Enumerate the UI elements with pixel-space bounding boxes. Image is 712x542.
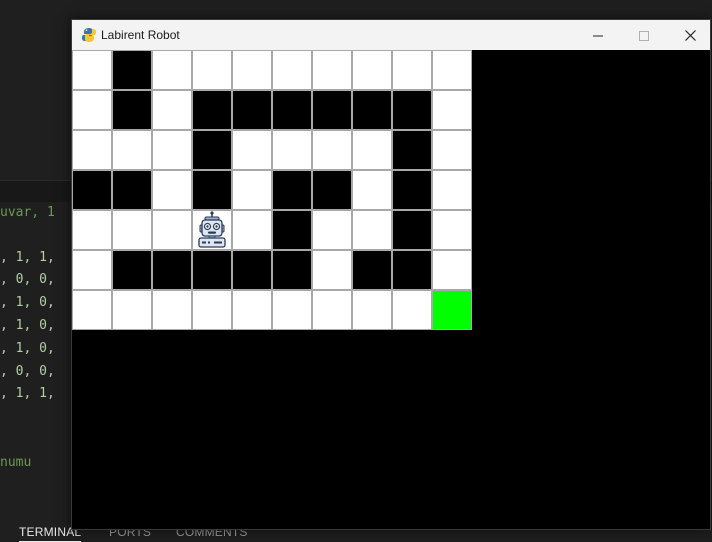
open-cell <box>72 130 112 170</box>
wall-cell <box>272 250 312 290</box>
wall-cell <box>192 90 232 130</box>
wall-cell <box>312 90 352 130</box>
wall-cell <box>272 210 312 250</box>
open-cell <box>152 170 192 210</box>
open-cell <box>312 250 352 290</box>
open-cell <box>112 130 152 170</box>
wall-cell <box>392 130 432 170</box>
open-cell <box>72 250 112 290</box>
open-cell <box>232 130 272 170</box>
code-line: , 0, 0, <box>0 364 55 379</box>
open-cell <box>432 210 472 250</box>
open-cell <box>352 130 392 170</box>
open-cell <box>352 50 392 90</box>
wall-cell <box>192 250 232 290</box>
open-cell <box>432 170 472 210</box>
open-cell <box>312 130 352 170</box>
wall-cell <box>152 250 192 290</box>
wall-cell <box>392 170 432 210</box>
close-icon <box>684 26 696 45</box>
open-cell <box>352 210 392 250</box>
code-line: , 1, 1, <box>0 386 55 401</box>
code-line: , 1, 1, <box>0 250 55 265</box>
open-cell <box>432 130 472 170</box>
open-cell <box>432 90 472 130</box>
robot-icon <box>192 210 232 250</box>
open-cell <box>432 250 472 290</box>
maze-grid <box>72 50 472 330</box>
open-cell <box>392 50 432 90</box>
open-cell <box>312 290 352 330</box>
open-cell <box>72 50 112 90</box>
wall-cell <box>312 170 352 210</box>
open-cell <box>152 130 192 170</box>
code-line: , 0, 0, <box>0 272 55 287</box>
open-cell <box>232 170 272 210</box>
open-cell <box>112 290 152 330</box>
wall-cell <box>392 250 432 290</box>
code-line: , 1, 0, <box>0 295 55 310</box>
open-cell <box>392 290 432 330</box>
wall-cell <box>352 90 392 130</box>
wall-cell <box>392 90 432 130</box>
wall-cell <box>232 90 272 130</box>
wall-cell <box>192 130 232 170</box>
wall-cell <box>112 170 152 210</box>
open-cell <box>72 210 112 250</box>
open-cell <box>152 290 192 330</box>
wall-cell <box>352 250 392 290</box>
wall-cell <box>112 90 152 130</box>
open-cell <box>272 130 312 170</box>
open-cell <box>352 170 392 210</box>
code-line: uvar, 1 <box>0 205 55 220</box>
wall-cell <box>112 50 152 90</box>
pygame-snake-icon <box>81 27 97 43</box>
open-cell <box>272 290 312 330</box>
open-cell <box>152 210 192 250</box>
code-line: , 1, 0, <box>0 341 55 356</box>
game-canvas[interactable] <box>72 50 710 529</box>
open-cell <box>432 50 472 90</box>
open-cell <box>352 290 392 330</box>
wall-cell <box>392 210 432 250</box>
wall-cell <box>232 250 272 290</box>
open-cell <box>312 50 352 90</box>
open-cell <box>152 50 192 90</box>
open-cell <box>72 90 112 130</box>
code-line: numu <box>0 455 32 470</box>
goal-cell <box>432 290 472 330</box>
maximize-button[interactable] <box>621 20 667 50</box>
wall-cell <box>192 170 232 210</box>
wall-cell <box>72 170 112 210</box>
app-window: Labirent Robot <box>71 19 711 530</box>
minimize-icon <box>593 26 603 45</box>
open-cell <box>232 290 272 330</box>
maximize-icon <box>639 26 649 45</box>
open-cell <box>272 50 312 90</box>
open-cell <box>192 50 232 90</box>
title-bar[interactable]: Labirent Robot <box>72 20 710 50</box>
code-line: , 1, 0, <box>0 318 55 333</box>
wall-cell <box>272 170 312 210</box>
open-cell <box>192 290 232 330</box>
open-cell <box>232 210 272 250</box>
wall-cell <box>112 250 152 290</box>
open-cell <box>112 210 152 250</box>
open-cell <box>72 290 112 330</box>
close-button[interactable] <box>667 20 712 50</box>
wall-cell <box>272 90 312 130</box>
minimize-button[interactable] <box>575 20 621 50</box>
open-cell <box>312 210 352 250</box>
window-title: Labirent Robot <box>101 28 180 42</box>
open-cell <box>232 50 272 90</box>
open-cell <box>152 90 192 130</box>
